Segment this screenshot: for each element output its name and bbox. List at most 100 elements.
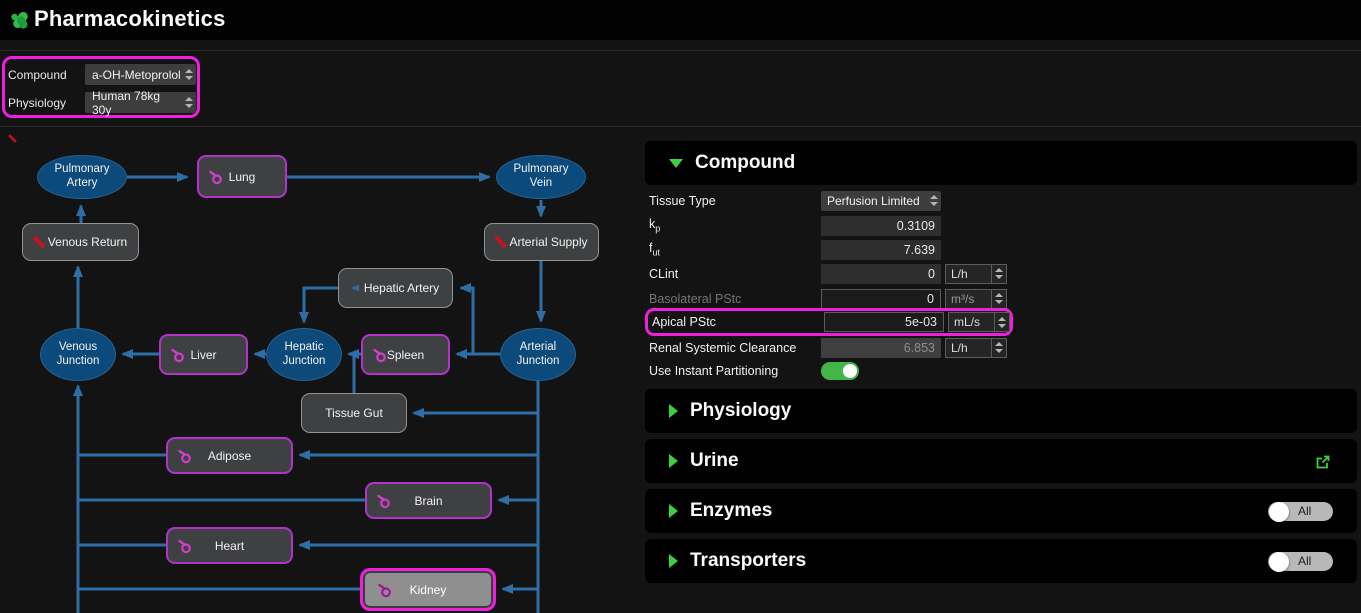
model-selectors-highlight: Compound a-OH-Metoprolol Physiology Huma… <box>2 56 200 118</box>
field-label: Tissue Type <box>649 194 821 208</box>
node-label: Heart <box>215 539 244 553</box>
node-label: Arterial Junction <box>517 341 560 369</box>
section-title: Transporters <box>690 550 806 572</box>
clint-unit-select[interactable]: L/h <box>945 264 1007 284</box>
basolateral-pstc-input[interactable] <box>821 289 941 309</box>
row-apical-pstc-highlighted: Apical PStc mL/s <box>645 308 1013 336</box>
tissue-type-select[interactable]: Perfusion Limited <box>821 191 941 211</box>
transporters-all-toggle[interactable]: All <box>1268 552 1333 571</box>
row-tissue-type: Tissue Type Perfusion Limited <box>649 190 1007 211</box>
node-heart[interactable]: Heart <box>166 527 293 564</box>
organ-icon <box>372 347 387 362</box>
node-tissue-gut[interactable]: Tissue Gut <box>301 393 407 433</box>
expand-arrow-icon[interactable] <box>669 404 678 418</box>
enzymes-all-toggle[interactable]: All <box>1268 502 1333 521</box>
fut-input[interactable] <box>821 240 941 260</box>
collapse-arrow-icon[interactable] <box>669 159 683 168</box>
node-pulmonary-artery[interactable]: Pulmonary Artery <box>37 155 127 199</box>
expand-arrow-icon[interactable] <box>669 454 678 468</box>
physiology-select-label: Physiology <box>8 96 66 110</box>
node-hepatic-artery[interactable]: Hepatic Artery <box>338 268 453 308</box>
stepper-icon[interactable] <box>994 313 1009 331</box>
node-venous-return[interactable]: Venous Return <box>22 223 139 261</box>
node-label: Pulmonary Vein <box>514 163 569 191</box>
kp-input[interactable] <box>821 216 941 236</box>
section-title: Enzymes <box>690 500 772 522</box>
divider <box>0 126 1361 127</box>
stepper-icon[interactable] <box>926 191 941 211</box>
node-adipose[interactable]: Adipose <box>166 437 293 474</box>
page-title: Pharmacokinetics <box>34 6 226 32</box>
unit-value: m³/s <box>946 292 991 306</box>
node-label: Lung <box>229 170 256 184</box>
node-liver[interactable]: Liver <box>159 334 248 375</box>
physiology-select-value: Human 78kg 30y <box>92 89 181 117</box>
unit-value: L/h <box>946 341 991 355</box>
row-fut: fut <box>649 239 1007 260</box>
stepper-icon[interactable] <box>991 339 1006 357</box>
stepper-icon[interactable] <box>181 64 196 85</box>
apical-pstc-input[interactable] <box>824 312 944 332</box>
physiology-select[interactable]: Human 78kg 30y <box>85 92 196 113</box>
stepper-icon[interactable] <box>991 265 1006 283</box>
node-kidney-selected[interactable]: Kidney <box>360 568 496 611</box>
app-bar: Pharmacokinetics <box>0 0 1361 40</box>
toggle-label: All <box>1298 554 1311 568</box>
divider <box>0 50 1361 51</box>
node-label: Adipose <box>208 449 251 463</box>
section-title: Physiology <box>690 400 791 422</box>
node-venous-junction[interactable]: Venous Junction <box>40 328 116 381</box>
apical-pstc-unit-select[interactable]: mL/s <box>948 312 1010 332</box>
field-label: Basolateral PStc <box>649 292 821 306</box>
section-title: Compound <box>695 152 795 174</box>
field-label: Use Instant Partitioning <box>649 364 821 378</box>
red-stroke-icon <box>32 235 46 249</box>
node-arterial-supply[interactable]: Arterial Supply <box>484 223 599 261</box>
expand-arrow-icon[interactable] <box>669 554 678 568</box>
urine-open-external-icon[interactable] <box>1315 454 1331 470</box>
organ-icon <box>177 538 192 553</box>
stepper-icon[interactable] <box>181 92 196 113</box>
organ-icon <box>376 493 391 508</box>
node-pulmonary-vein[interactable]: Pulmonary Vein <box>496 155 586 199</box>
node-hepatic-junction[interactable]: Hepatic Junction <box>266 328 342 381</box>
clint-input[interactable] <box>821 264 941 284</box>
node-arterial-junction[interactable]: Arterial Junction <box>500 328 576 381</box>
section-transporters-header[interactable]: Transporters <box>645 539 1357 583</box>
renal-clearance-unit-select[interactable]: L/h <box>945 338 1007 358</box>
organ-icon <box>170 347 185 362</box>
unit-value: L/h <box>946 267 991 281</box>
compound-select[interactable]: a-OH-Metoprolol <box>85 64 196 85</box>
node-label: Tissue Gut <box>325 406 383 420</box>
field-label: fut <box>649 241 821 258</box>
node-label: Kidney <box>410 583 447 597</box>
node-label: Hepatic Artery <box>364 281 439 295</box>
node-label: Venous Junction <box>57 341 100 369</box>
basolateral-pstc-unit-select[interactable]: m³/s <box>945 289 1007 309</box>
row-kp: kp <box>649 215 1007 236</box>
row-basolateral-pstc: Basolateral PStc m³/s <box>649 288 1007 309</box>
node-label: Spleen <box>387 348 424 362</box>
section-title: Urine <box>690 450 739 472</box>
node-brain[interactable]: Brain <box>365 482 492 519</box>
toggle-label: All <box>1298 504 1311 518</box>
app-logo-icon <box>8 8 32 37</box>
section-enzymes-header[interactable]: Enzymes <box>645 489 1357 533</box>
instant-partitioning-toggle[interactable] <box>821 362 859 380</box>
expand-arrow-icon[interactable] <box>669 504 678 518</box>
field-label: Renal Systemic Clearance <box>649 341 821 355</box>
row-clint: CLint L/h <box>649 263 1007 284</box>
section-physiology-header[interactable]: Physiology <box>645 389 1357 433</box>
row-instant-partitioning: Use Instant Partitioning <box>649 360 1007 381</box>
circulation-diagram: Pulmonary Artery Pulmonary Vein Venous J… <box>0 128 645 613</box>
row-renal-systemic-clearance: Renal Systemic Clearance L/h <box>649 337 1007 358</box>
stepper-icon[interactable] <box>991 290 1006 308</box>
section-compound-header[interactable]: Compound <box>645 141 1357 185</box>
section-urine-header[interactable]: Urine <box>645 439 1357 483</box>
organ-icon <box>208 169 223 184</box>
node-lung[interactable]: Lung <box>197 155 287 198</box>
field-label: CLint <box>649 267 821 281</box>
node-spleen[interactable]: Spleen <box>361 334 450 375</box>
node-label: Liver <box>190 348 216 362</box>
node-label: Arterial Supply <box>509 235 587 249</box>
